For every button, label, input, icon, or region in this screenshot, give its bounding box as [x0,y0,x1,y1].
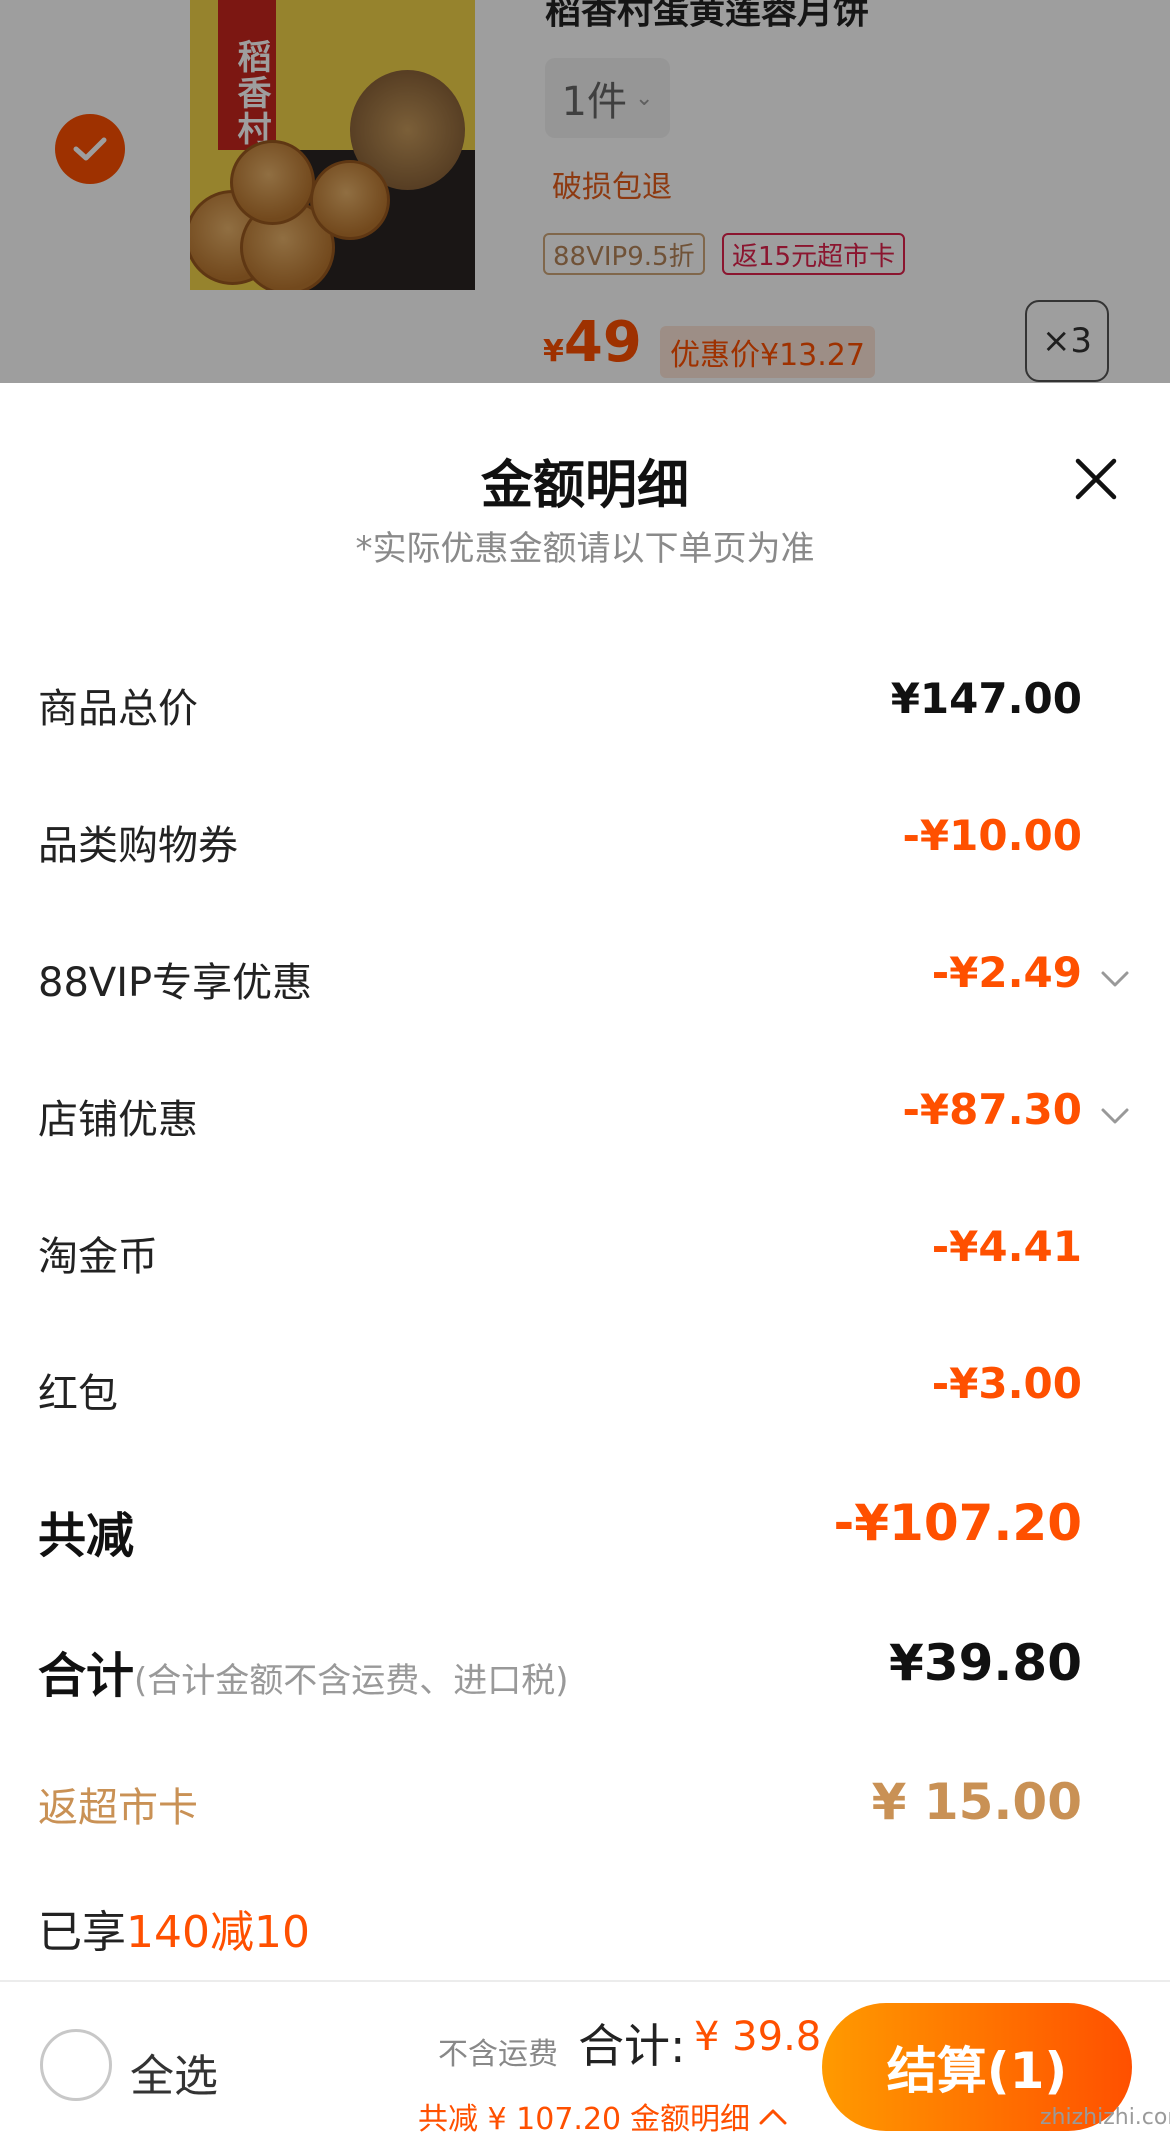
row-value: ¥39.80 [889,1634,1082,1692]
row-supermarket-card: 返超市卡 ¥ 15.00 [0,1765,1170,1845]
row-value: -¥87.30 [902,1085,1082,1134]
sheet-title: 金额明细 [480,456,689,516]
amount-detail-sheet: 金额明细 *实际优惠金额请以下单页为准 商品总价 ¥147.00 品类购物券 -… [0,383,1170,1980]
row-label: 88VIP专享优惠 [38,960,313,1006]
row-total-discount: 共减 -¥107.20 [0,1486,1170,1566]
row-value: -¥10.00 [902,811,1082,860]
row-red-packet: 红包 -¥3.00 [0,1351,1170,1431]
row-value: ¥ 15.00 [871,1773,1082,1831]
amount-detail-link[interactable]: 金额明细 [630,2094,788,2138]
row-subtotal: 商品总价 ¥147.00 [0,666,1170,746]
row-value: -¥3.00 [931,1359,1082,1408]
saved-amount: 共减 ¥ 107.20 [418,2102,622,2137]
row-label: 返超市卡 [38,1785,198,1831]
watermark: zhizhizhi.com [1040,2105,1170,2130]
row-category-coupon: 品类购物券 -¥10.00 [0,803,1170,883]
row-label: 品类购物券 [38,823,238,869]
row-note: (合计金额不含运费、进口税) [134,1661,569,1701]
row-value: -¥107.20 [833,1494,1083,1552]
chevron-up-icon [759,2109,787,2125]
modal-overlay[interactable] [0,0,1170,383]
checkout-bar: 全选 不含运费 合计: ¥ 39.8 共减 ¥ 107.20 金额明细 结算(1… [0,1982,1170,2141]
promo-highlight: 140减10 [126,1907,310,1958]
row-value: -¥4.41 [931,1222,1082,1271]
total-label: 合计: [578,2019,686,2073]
close-icon[interactable] [1070,453,1122,505]
select-all-label[interactable]: 全选 [130,2040,218,2104]
chevron-down-icon[interactable] [1098,962,1132,996]
cart-item-card: 稻香村 稻香村蛋黄莲蓉月饼 1件 ⌄ 破损包退 88VIP9.5折 返15元超市… [0,0,1170,383]
row-label: 淘金币 [38,1234,158,1280]
row-label: 已享140减10 [38,1907,310,1958]
chevron-down-icon[interactable] [1098,1099,1132,1133]
row-taojinbi: 淘金币 -¥4.41 [0,1214,1170,1294]
row-store-discount[interactable]: 店铺优惠 -¥87.30 [0,1077,1170,1157]
row-label: 店铺优惠 [38,1097,198,1143]
total-value: ¥ 39.8 [694,2014,822,2060]
row-value: ¥147.00 [890,674,1082,723]
row-vip-discount[interactable]: 88VIP专享优惠 -¥2.49 [0,940,1170,1020]
row-grand-total: 合计(合计金额不含运费、进口税) ¥39.80 [0,1626,1170,1706]
row-label: 合计(合计金额不含运费、进口税) [38,1648,569,1704]
row-label: 共减 [38,1508,135,1564]
row-applied-promo: 已享140减10 [0,1886,1170,1966]
row-value: -¥2.49 [931,948,1082,997]
select-all-radio[interactable] [40,2029,112,2101]
sheet-subtitle: *实际优惠金额请以下单页为准 [355,529,815,569]
row-label: 红包 [38,1371,118,1417]
shipping-note: 不含运费 [438,2037,558,2072]
row-label: 商品总价 [38,686,198,732]
